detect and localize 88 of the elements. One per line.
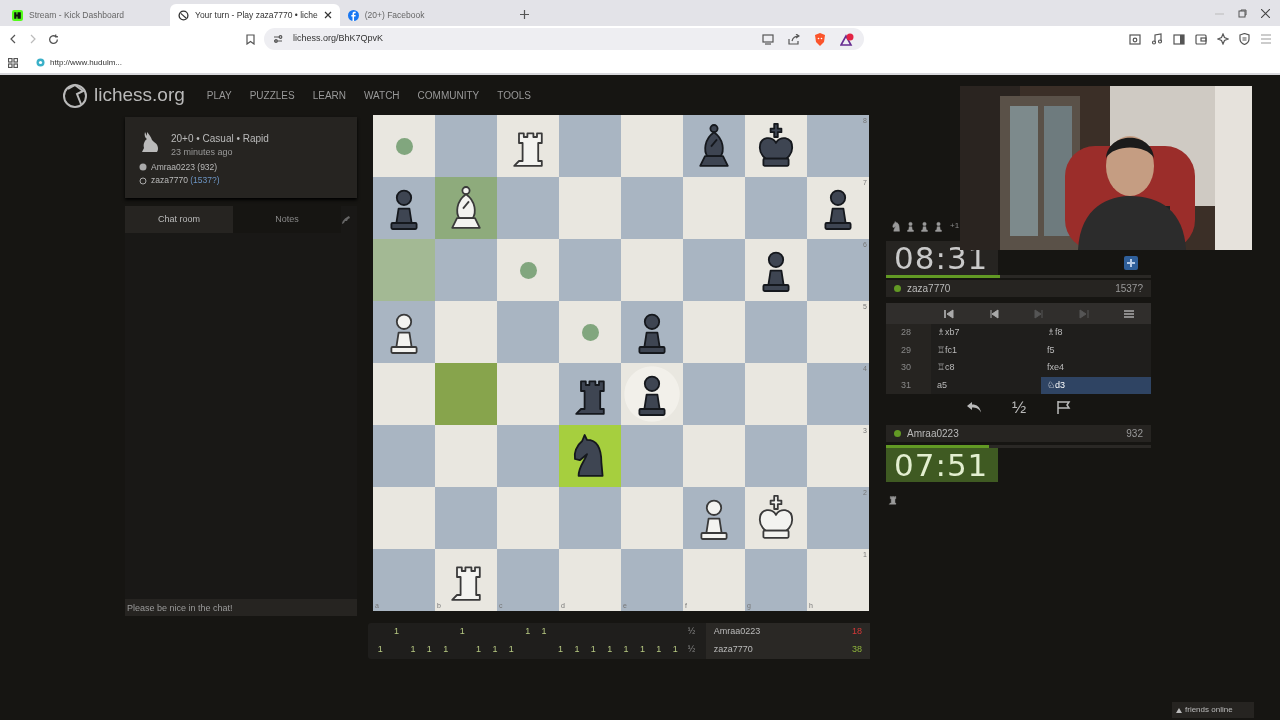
player-name[interactable]: Amraa0223 (907, 426, 959, 441)
chat-tab[interactable]: Chat room (125, 206, 233, 233)
chat-input[interactable]: Please be nice in the chat! (125, 599, 357, 616)
player-rating: 932 (1126, 427, 1143, 441)
player-link[interactable]: Amraa0223 (932) (151, 160, 218, 174)
current-game-result: ½ (686, 625, 697, 639)
bookmark-link[interactable]: http://www.hudulm... (36, 56, 123, 69)
game-result[interactable]: 1 (568, 643, 586, 657)
new-tab-icon[interactable] (519, 10, 529, 19)
game-result[interactable]: 1 (437, 643, 454, 657)
current-game-result: ½ (686, 643, 697, 657)
game-result[interactable]: 1 (634, 643, 651, 657)
bookmark-icon[interactable] (246, 33, 255, 45)
site-logo[interactable]: lichess.org (62, 80, 193, 110)
nav-link[interactable]: PLAY (202, 87, 236, 103)
player-rating: 1537? (1115, 282, 1143, 296)
facebook-logo-icon (347, 9, 359, 21)
back-icon[interactable] (8, 34, 18, 44)
sparkle-star-icon[interactable] (1217, 33, 1229, 45)
material-advantage: +1 (950, 220, 960, 232)
close-icon[interactable] (1261, 8, 1270, 18)
close-icon[interactable] (323, 11, 332, 19)
game-result[interactable]: 1 (421, 643, 438, 657)
player-name[interactable]: Amraa0223 (713, 625, 761, 639)
apps-grid-icon[interactable] (8, 57, 18, 68)
move-cell[interactable]: fxe4 (1041, 359, 1151, 377)
game-time-text: 23 minutes ago (171, 146, 234, 159)
offer-draw-button[interactable]: ½ (1007, 398, 1031, 416)
cast-icon[interactable] (762, 33, 774, 45)
rabbit-icon (139, 131, 161, 153)
restore-icon[interactable] (1238, 8, 1247, 18)
game-result[interactable]: 1 (535, 625, 553, 639)
game-result[interactable]: 1 (650, 643, 668, 657)
move-cell[interactable]: ♗f8 (1041, 324, 1151, 342)
score-total: 18 (852, 625, 862, 639)
game-result[interactable]: 1 (470, 643, 487, 657)
nav-link[interactable]: LEARN (308, 87, 351, 103)
up-triangle-icon (1176, 707, 1182, 713)
friends-online-button[interactable]: friends online (1172, 702, 1254, 718)
share-icon[interactable] (788, 33, 800, 45)
game-result[interactable]: 1 (617, 643, 635, 657)
score-total: 38 (852, 643, 862, 657)
move-number: 30 (886, 359, 931, 377)
browser-tab[interactable]: Stream - Kick Dashboard (4, 4, 170, 26)
move-number: 28 (886, 324, 931, 342)
game-clock: 07:51 (886, 448, 998, 482)
game-result[interactable]: 1 (601, 643, 618, 657)
game-result[interactable]: 1 (585, 643, 602, 657)
game-type-text: 20+0 • Casual • Rapid (171, 132, 269, 146)
rewards-triangle-icon[interactable] (840, 32, 854, 46)
game-result[interactable]: 1 (453, 625, 471, 639)
browser-tab[interactable]: (20+) Facebook (339, 4, 506, 26)
game-result[interactable]: 1 (372, 643, 389, 657)
game-result[interactable]: 1 (667, 643, 684, 657)
captured-pawn-icon (918, 219, 931, 233)
music-note-icon[interactable] (1151, 33, 1163, 45)
plus-icon[interactable] (1124, 256, 1138, 270)
globe-icon (36, 58, 45, 67)
nav-link[interactable]: WATCH (360, 87, 404, 103)
nav-link[interactable]: PUZZLES (245, 87, 299, 103)
browser-tab[interactable]: Your turn - Play zaza7770 • liche (170, 4, 340, 26)
kick-logo-icon (12, 9, 23, 21)
game-result[interactable]: 1 (486, 643, 504, 657)
move-cell[interactable]: ♗xb7 (931, 324, 1041, 342)
wallet-icon[interactable] (1195, 33, 1207, 45)
nav-link[interactable]: TOOLS (493, 87, 535, 103)
chat-tab[interactable]: Notes (233, 206, 341, 233)
site-settings-icon[interactable] (273, 34, 283, 44)
vpn-shield-icon[interactable] (1239, 33, 1250, 45)
tab-search-icon[interactable] (1129, 33, 1141, 45)
player-link[interactable]: zaza7770 (1537?) (151, 174, 220, 187)
game-clock: 08:31 (886, 241, 998, 275)
lion-shield-icon[interactable] (814, 32, 826, 46)
captured-pawn-icon (904, 219, 917, 233)
nav-link[interactable]: COMMUNITY (413, 87, 484, 103)
captured-pawn-icon (932, 219, 945, 233)
game-result[interactable]: 1 (503, 643, 520, 657)
game-result[interactable]: 1 (404, 643, 422, 657)
player-name[interactable]: zaza7770 (907, 281, 951, 296)
captured-knight-icon (890, 219, 903, 233)
phone-icon[interactable] (341, 214, 351, 225)
player-name[interactable]: zaza7770 (713, 643, 753, 657)
game-result[interactable]: 1 (388, 625, 405, 639)
move-cell[interactable]: ♖c8 (931, 359, 1041, 377)
sidebar-icon[interactable] (1173, 33, 1185, 45)
reload-icon[interactable] (48, 33, 59, 45)
game-result[interactable]: 1 (519, 625, 536, 639)
game-result[interactable]: 1 (552, 643, 569, 657)
